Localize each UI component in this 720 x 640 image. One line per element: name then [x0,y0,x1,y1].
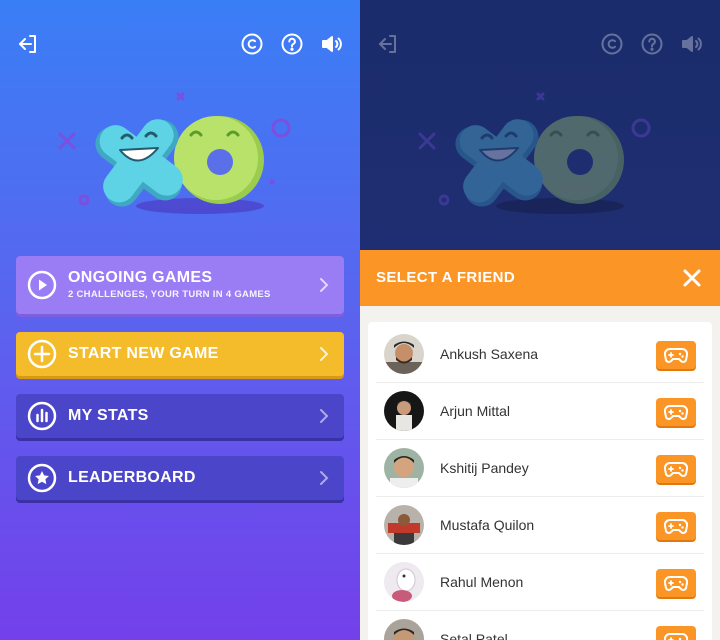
ongoing-games-label: ONGOING GAMES [68,269,213,286]
play-icon [27,270,57,300]
xo-logo [40,88,320,228]
friend-name: Kshitij Pandey [440,460,529,476]
select-friend-screen: SELECT A FRIEND Ankush Saxena Arjun Mitt… [360,0,720,640]
challenge-button[interactable] [656,569,696,597]
friend-row[interactable]: Kshitij Pandey [376,440,704,497]
my-stats-label: MY STATS [68,407,149,424]
friend-name: Arjun Mittal [440,403,511,419]
friend-row[interactable]: Setal Patel [376,611,704,640]
top-bar [0,0,360,88]
avatar [384,505,424,545]
chevron-right-icon [318,346,330,362]
gamepad-icon [664,576,688,591]
challenge-button[interactable] [656,455,696,483]
sheet-title: SELECT A FRIEND [376,269,516,286]
avatar [384,391,424,431]
friend-name: Mustafa Quilon [440,517,535,533]
help-icon [640,32,664,56]
plus-icon [27,339,57,369]
logout-icon [376,32,400,56]
star-icon [27,463,57,493]
gamepad-icon [664,519,688,534]
copyright-icon [600,32,624,56]
friend-row[interactable]: Ankush Saxena [376,326,704,383]
challenge-button[interactable] [656,341,696,369]
gamepad-icon [664,462,688,477]
xo-logo [400,88,680,228]
volume-icon [680,32,704,56]
friend-row[interactable]: Mustafa Quilon [376,497,704,554]
leaderboard-button[interactable]: LEADERBOARD [16,456,344,500]
avatar [384,562,424,602]
chevron-right-icon [318,277,330,293]
friend-name: Setal Patel [440,631,508,640]
friend-row[interactable]: Rahul Menon [376,554,704,611]
logout-icon[interactable] [16,32,40,56]
challenge-button[interactable] [656,398,696,426]
challenge-button[interactable] [656,626,696,640]
ongoing-games-button[interactable]: ONGOING GAMES 2 CHALLENGES, YOUR TURN IN… [16,256,344,314]
avatar [384,334,424,374]
friend-row[interactable]: Arjun Mittal [376,383,704,440]
chevron-right-icon [318,470,330,486]
friend-list: Ankush Saxena Arjun Mittal Kshitij Pande… [368,322,712,640]
sheet-header: SELECT A FRIEND [360,250,720,306]
friend-name: Ankush Saxena [440,346,539,362]
start-new-game-button[interactable]: START NEW GAME [16,332,344,376]
dimmed-background[interactable] [360,0,720,250]
challenge-button[interactable] [656,512,696,540]
avatar [384,448,424,488]
gamepad-icon [664,633,688,640]
gamepad-icon [664,348,688,363]
start-new-game-label: START NEW GAME [68,345,219,362]
chevron-right-icon [318,408,330,424]
volume-icon[interactable] [320,32,344,56]
help-icon[interactable] [280,32,304,56]
my-stats-button[interactable]: MY STATS [16,394,344,438]
avatar [384,619,424,640]
gamepad-icon [664,405,688,420]
ongoing-games-subtitle: 2 CHALLENGES, YOUR TURN IN 4 GAMES [68,289,271,300]
home-screen: ONGOING GAMES 2 CHALLENGES, YOUR TURN IN… [0,0,360,640]
copyright-icon[interactable] [240,32,264,56]
friend-name: Rahul Menon [440,574,524,590]
stats-icon [27,401,57,431]
close-icon[interactable] [682,268,702,288]
leaderboard-label: LEADERBOARD [68,469,196,486]
